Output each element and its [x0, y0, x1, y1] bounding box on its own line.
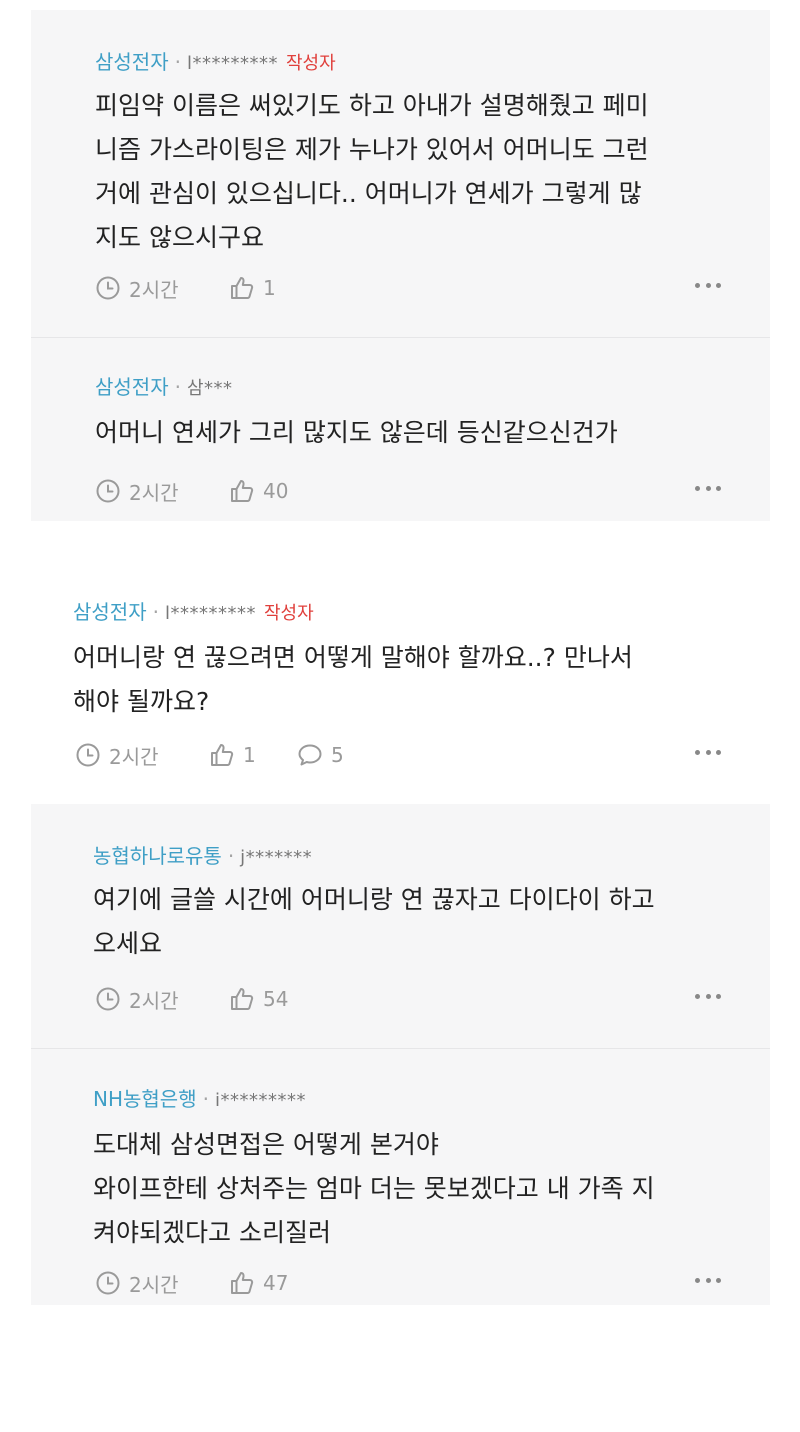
- clock-icon: [76, 743, 100, 767]
- comment-line: 어머니랑 연 끊으려면 어떻게 말해야 할까요..? 만나서: [73, 643, 633, 672]
- timestamp: 2시간: [95, 1268, 179, 1298]
- like-count: 40: [263, 479, 289, 503]
- more-dots-icon[interactable]: [695, 993, 721, 999]
- time-label: 2시간: [129, 988, 179, 1013]
- more-dots-icon[interactable]: [695, 282, 721, 288]
- comment-card: 삼성전자 · l********* 작성자 어머니랑 연 끊으려면 어떻게 말해야 할…: [31, 560, 770, 804]
- author-name[interactable]: NH농협은행: [93, 1087, 197, 1111]
- thumbs-up-icon: [231, 277, 254, 299]
- like-count: 1: [243, 743, 256, 767]
- reply-card: 삼성전자 · 삼*** 어머니 연세가 그리 많지도 않은데 등신같으신건가 2시간…: [31, 338, 770, 521]
- comment-text: 피임약 이름은 써있기도 하고 아내가 설명해줬고 페미 니즘 가스라이팅은 제…: [95, 84, 649, 260]
- comment-text: 어머니랑 연 끊으려면 어떻게 말해야 할까요..? 만나서 해야 될까요?: [73, 636, 633, 724]
- timestamp: 2시간: [95, 273, 179, 303]
- clock-icon: [96, 1271, 120, 1295]
- reply-card: 삼성전자 · l********* 작성자 피임약 이름은 써있기도 하고 아내가 설…: [31, 10, 770, 337]
- reply-button[interactable]: 5: [297, 740, 344, 770]
- user-id: 삼***: [186, 378, 233, 399]
- comment-line: 오세요: [93, 929, 163, 958]
- author-name[interactable]: 삼성전자: [95, 50, 169, 74]
- more-dots-icon[interactable]: [695, 485, 721, 491]
- author-name[interactable]: 농협하나로유통: [93, 844, 222, 868]
- comment-line: 도대체 삼성면접은 어떻게 본거야: [93, 1130, 439, 1159]
- reply-card: 농협하나로유통 · j******* 여기에 글쓸 시간에 어머니랑 연 끊자고 다…: [31, 804, 770, 1048]
- thumbs-up-icon: [231, 988, 254, 1010]
- like-button[interactable]: 1: [209, 740, 256, 770]
- comment-footer: 2시간 54: [95, 984, 721, 1014]
- comment-line: 거에 관심이 있으십니다.. 어머니가 연세가 그렇게 많: [95, 179, 642, 208]
- comment-line: 와이프한테 상처주는 엄마 더는 못보겠다고 내 가족 지: [93, 1174, 655, 1203]
- time-label: 2시간: [129, 480, 179, 505]
- thumbs-up-icon: [211, 744, 234, 766]
- author-badge: 작성자: [263, 603, 314, 624]
- like-button[interactable]: 47: [229, 1268, 288, 1298]
- comment-line: 니즘 가스라이팅은 제가 누나가 있어서 어머니도 그런: [95, 135, 649, 164]
- user-id: l*********: [186, 53, 278, 74]
- timestamp: 2시간: [95, 984, 179, 1014]
- author-name[interactable]: 삼성전자: [95, 375, 169, 399]
- comment-line: 피임약 이름은 써있기도 하고 아내가 설명해줬고 페미: [95, 91, 649, 120]
- clock-icon: [96, 987, 120, 1011]
- meta-separator: ·: [174, 50, 181, 74]
- comment-meta: 삼성전자 · l********* 작성자: [95, 50, 336, 76]
- like-count: 47: [263, 1271, 289, 1295]
- more-dots-icon[interactable]: [695, 1277, 721, 1283]
- more-dots-icon[interactable]: [695, 749, 721, 755]
- like-count: 1: [263, 276, 276, 300]
- thumbs-up-icon: [231, 1272, 254, 1294]
- comment-text: 여기에 글쓸 시간에 어머니랑 연 끊자고 다이다이 하고 오세요: [93, 878, 655, 966]
- comment-line: 여기에 글쓸 시간에 어머니랑 연 끊자고 다이다이 하고: [93, 885, 655, 914]
- time-label: 2시간: [129, 277, 179, 302]
- clock-icon: [96, 276, 120, 300]
- comment-text: 어머니 연세가 그리 많지도 않은데 등신같으신건가: [95, 411, 618, 455]
- timestamp: 2시간: [75, 740, 159, 770]
- user-id: j*******: [240, 847, 313, 868]
- comment-meta: NH농협은행 · i*********: [93, 1087, 306, 1113]
- comment-footer: 2시간 1 5: [75, 740, 721, 770]
- comment-line: 해야 될까요?: [73, 687, 210, 716]
- comment-footer: 2시간 47: [95, 1268, 721, 1298]
- user-id: i*********: [214, 1090, 306, 1111]
- comment-line: 켜야되겠다고 소리질러: [93, 1218, 331, 1247]
- comment-text: 도대체 삼성면접은 어떻게 본거야 와이프한테 상처주는 엄마 더는 못보겠다고…: [93, 1123, 655, 1255]
- time-label: 2시간: [109, 744, 159, 769]
- like-count: 54: [263, 987, 289, 1011]
- comment-line: 지도 않으시구요: [95, 223, 264, 252]
- author-name[interactable]: 삼성전자: [73, 600, 147, 624]
- comment-meta: 삼성전자 · l********* 작성자: [73, 600, 314, 626]
- reply-card: NH농협은행 · i********* 도대체 삼성면접은 어떻게 본거야 와이프한…: [31, 1049, 770, 1305]
- comment-line: 어머니 연세가 그리 많지도 않은데 등신같으신건가: [95, 418, 618, 447]
- like-button[interactable]: 1: [229, 273, 276, 303]
- like-button[interactable]: 54: [229, 984, 288, 1014]
- comment-footer: 2시간 1: [95, 273, 721, 303]
- comment-meta: 농협하나로유통 · j*******: [93, 844, 312, 870]
- meta-separator: ·: [152, 600, 159, 624]
- author-badge: 작성자: [285, 53, 336, 74]
- timestamp: 2시간: [95, 476, 179, 506]
- user-id: l*********: [164, 603, 256, 624]
- clock-icon: [96, 479, 120, 503]
- comment-meta: 삼성전자 · 삼***: [95, 375, 233, 401]
- meta-separator: ·: [227, 844, 235, 868]
- reply-count: 5: [331, 743, 344, 767]
- comment-footer: 2시간 40: [95, 476, 721, 506]
- like-button[interactable]: 40: [229, 476, 288, 506]
- meta-separator: ·: [174, 375, 181, 399]
- meta-separator: ·: [202, 1087, 209, 1111]
- thumbs-up-icon: [231, 480, 254, 502]
- speech-bubble-icon: [298, 744, 322, 766]
- time-label: 2시간: [129, 1272, 179, 1297]
